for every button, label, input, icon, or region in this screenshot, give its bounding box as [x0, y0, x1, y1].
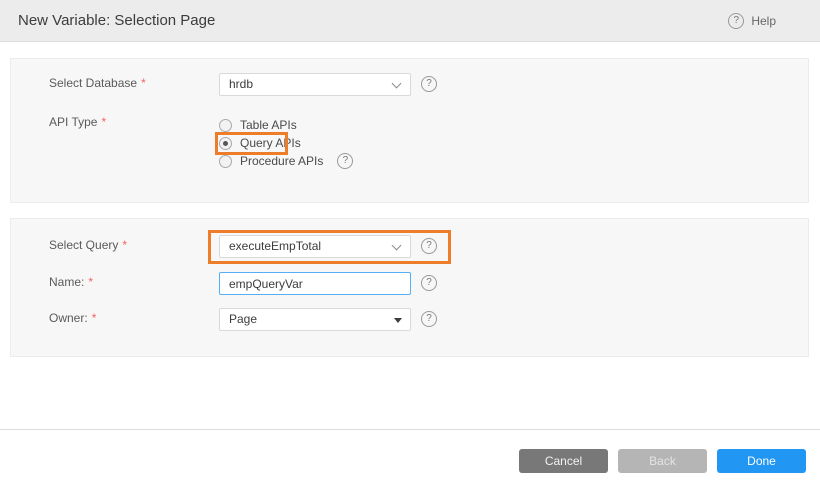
help-label: Help	[751, 14, 776, 28]
name-label-text: Name:	[49, 275, 84, 289]
radio-table-apis-label: Table APIs	[240, 118, 297, 132]
owner-select[interactable]: Page	[219, 308, 411, 331]
chevron-down-icon	[392, 241, 402, 251]
footer-divider	[0, 429, 820, 430]
required-asterisk: *	[92, 311, 97, 325]
radio-procedure-apis-label: Procedure APIs	[240, 154, 323, 168]
owner-label-text: Owner:	[49, 311, 88, 325]
procedure-apis-help-icon[interactable]	[337, 153, 353, 169]
database-help-icon[interactable]	[421, 76, 437, 92]
database-dropdown[interactable]: hrdb	[219, 73, 411, 96]
owner-label: Owner: *	[49, 311, 96, 325]
radio-procedure-apis[interactable]: Procedure APIs	[219, 152, 353, 170]
query-dropdown-value: executeEmpTotal	[229, 239, 321, 253]
done-button[interactable]: Done	[717, 449, 806, 473]
api-selection-panel: Select Database * hrdb API Type * Table AP…	[10, 58, 809, 203]
dropdown-arrow-icon	[394, 318, 402, 323]
api-type-label-text: API Type	[49, 115, 97, 129]
select-database-label: Select Database *	[49, 76, 146, 90]
select-query-label-text: Select Query	[49, 238, 118, 252]
radio-unselected-icon[interactable]	[219, 155, 232, 168]
name-label: Name: *	[49, 275, 93, 289]
select-database-label-text: Select Database	[49, 76, 137, 90]
cancel-button[interactable]: Cancel	[519, 449, 608, 473]
page-title: New Variable: Selection Page	[18, 0, 215, 42]
required-asterisk: *	[101, 115, 106, 129]
help-button[interactable]: Help	[728, 0, 776, 42]
name-help-icon[interactable]	[421, 275, 437, 291]
radio-query-apis-label: Query APIs	[240, 136, 301, 150]
query-help-icon[interactable]	[421, 238, 437, 254]
query-details-panel: Select Query * executeEmpTotal Name: * Own…	[10, 218, 809, 357]
radio-selected-icon[interactable]	[219, 137, 232, 150]
select-query-label: Select Query *	[49, 238, 127, 252]
owner-select-value: Page	[229, 312, 257, 326]
new-variable-dialog: New Variable: Selection Page Help Select…	[0, 0, 820, 491]
query-dropdown[interactable]: executeEmpTotal	[219, 235, 411, 258]
required-asterisk: *	[141, 76, 146, 90]
api-type-label: API Type *	[49, 115, 106, 129]
dialog-header: New Variable: Selection Page Help	[0, 0, 820, 42]
name-input[interactable]	[219, 272, 411, 295]
radio-table-apis[interactable]: Table APIs	[219, 116, 297, 134]
required-asterisk: *	[88, 275, 93, 289]
chevron-down-icon	[392, 79, 402, 89]
database-dropdown-value: hrdb	[229, 77, 253, 91]
back-button[interactable]: Back	[618, 449, 707, 473]
required-asterisk: *	[122, 238, 127, 252]
owner-help-icon[interactable]	[421, 311, 437, 327]
radio-unselected-icon[interactable]	[219, 119, 232, 132]
help-icon	[728, 13, 744, 29]
radio-query-apis[interactable]: Query APIs	[219, 134, 301, 152]
